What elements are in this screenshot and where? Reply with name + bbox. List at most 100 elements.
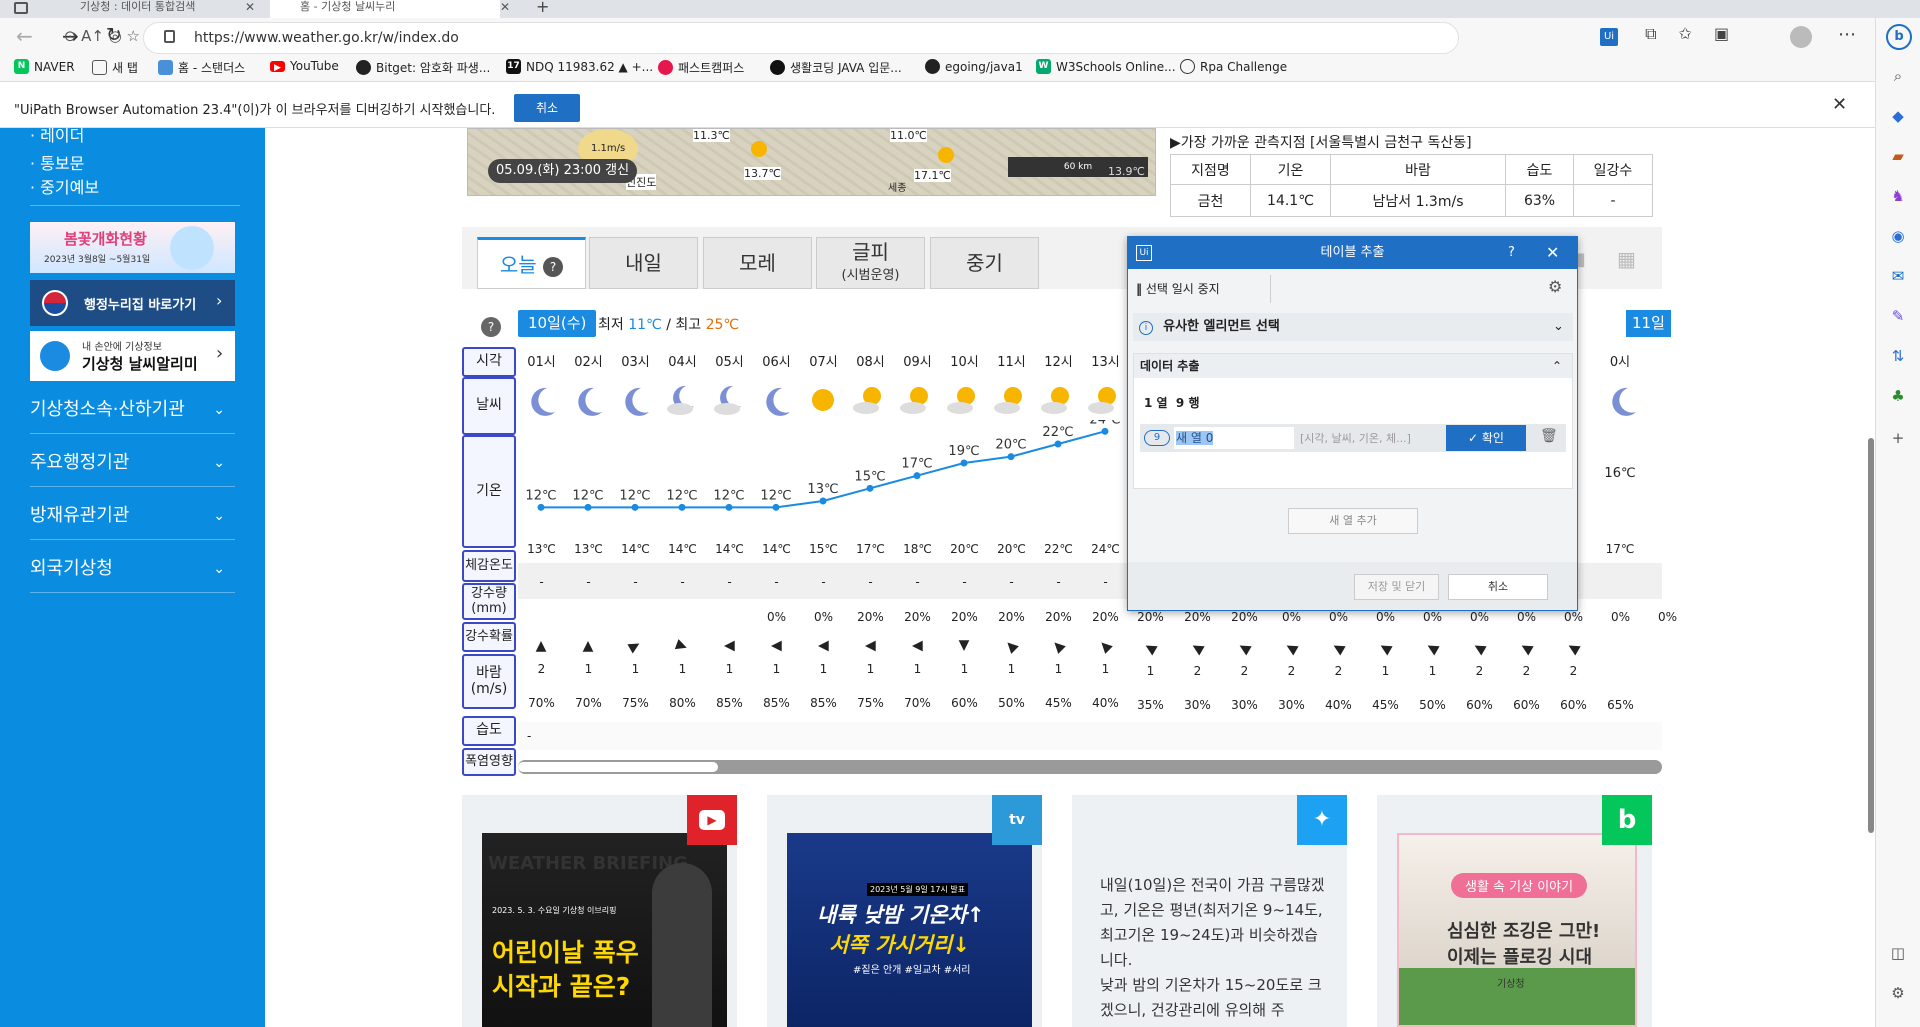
delete-icon[interactable]: 🗑 xyxy=(1540,428,1558,444)
twitter-card[interactable]: 내일(10일)은 전국이 가끔 구름많겠고, 기온은 평년(최저기온 9~14도… xyxy=(1072,795,1347,1027)
add-column-button[interactable]: 새 열 추가 xyxy=(1288,508,1418,534)
panel-header[interactable]: 데이터 추출 ⌃ xyxy=(1134,354,1572,378)
bookmark-newtab[interactable]: 새 탭 xyxy=(92,59,138,76)
prob-cell: 20% xyxy=(1045,610,1072,624)
moon-icon xyxy=(523,382,559,418)
wind-speed-cell: 2 xyxy=(1334,664,1343,678)
profile-avatar[interactable] xyxy=(1790,26,1812,48)
office-icon[interactable]: ◉ xyxy=(1888,226,1908,246)
settings-icon[interactable]: ⚙ xyxy=(1548,277,1562,296)
tab-close-icon[interactable]: ✕ xyxy=(500,0,510,14)
bookmark-rpa[interactable]: Rpa Challenge xyxy=(1180,59,1287,74)
pause-selection-button[interactable]: ‖ 선택 일시 중지 xyxy=(1136,277,1220,301)
sidebar-toggle-icon[interactable]: ◫ xyxy=(1888,943,1908,963)
tab-tomorrow[interactable]: 내일 xyxy=(589,237,698,289)
settings-icon[interactable]: ⚙ xyxy=(1888,983,1908,1003)
blossom-banner[interactable]: 봄꽃개화현황 2023년 3월8일 ~5월31일 xyxy=(30,222,235,273)
uipath-extension-icon[interactable]: Ui xyxy=(1600,28,1618,46)
humidity-cell: 70% xyxy=(575,696,602,710)
bookmark-fastcampus[interactable]: 패스트캠퍼스 xyxy=(658,59,744,76)
nav-link-radar[interactable]: · 레이더 xyxy=(30,122,84,146)
back-icon[interactable]: ← xyxy=(16,24,33,48)
favorites-icon[interactable]: ✩ xyxy=(1679,24,1714,43)
blog-icon[interactable]: b xyxy=(1602,795,1652,845)
add-icon[interactable]: + xyxy=(1888,428,1908,448)
games-icon[interactable]: ♞ xyxy=(1888,186,1908,206)
infobar-cancel-button[interactable]: 취소 xyxy=(514,94,580,122)
scrollbar-thumb[interactable] xyxy=(518,762,718,772)
close-icon[interactable]: ✕ xyxy=(1832,94,1847,115)
tree-icon[interactable]: ♣ xyxy=(1888,386,1908,406)
tools-icon[interactable]: ▰ xyxy=(1888,146,1908,166)
wind-arrow-icon: ▲ xyxy=(1234,639,1254,657)
tab-close-icon[interactable]: ✕ xyxy=(245,0,255,14)
weather-alert-app-button[interactable]: 내 손안에 기상정보 기상청 날씨알리미 › xyxy=(30,331,235,381)
table-view-icon[interactable]: ▦ xyxy=(1617,247,1636,271)
bookmark-bitget[interactable]: Bitget: 암호화 파생... xyxy=(356,59,490,76)
row-label-feels: 체감온도 xyxy=(462,550,516,582)
more-menu-icon[interactable]: ⋯ xyxy=(1838,24,1856,45)
tab-midterm[interactable]: 중기 xyxy=(930,237,1039,289)
scrollbar-thumb[interactable] xyxy=(1868,438,1874,833)
tab-today[interactable]: 오늘 ? xyxy=(477,237,586,289)
nav-section-affiliates[interactable]: 기상청소속·산하기관 ⌄ xyxy=(30,386,235,434)
url-field[interactable]: https://www.weather.go.kr/w/index.do ⊙ A… xyxy=(64,22,1459,54)
collections-icon[interactable]: ▣ xyxy=(1714,24,1751,43)
temperature-point xyxy=(631,503,639,511)
bookmark-naver[interactable]: N NAVER xyxy=(14,59,75,74)
weather-map[interactable]: 1.1m/s 11.3℃ 13.7℃ 11.0℃ 17.1℃ 세종 신진도 05… xyxy=(467,128,1156,196)
blog-card[interactable]: 생활 속 기상 이야기 심심한 조깅은 그만! 이제는 플로깅 시대 기상청 b xyxy=(1377,795,1652,1027)
help-icon[interactable]: ? xyxy=(481,317,501,337)
bookmark-github[interactable]: egoing/java1 xyxy=(925,59,1023,74)
save-close-button[interactable]: 저장 및 닫기 xyxy=(1354,574,1439,600)
extensions-icon[interactable]: ⧉ xyxy=(1645,24,1678,43)
help-icon[interactable]: ? xyxy=(543,256,564,277)
pause-icon: ‖ xyxy=(1136,282,1142,296)
nav-section-disaster[interactable]: 방재유관기관 ⌄ xyxy=(30,492,235,540)
temperature-label: 12℃ xyxy=(525,488,556,503)
blog-thumbnail[interactable]: 생활 속 기상 이야기 심심한 조깅은 그만! 이제는 플로깅 시대 기상청 xyxy=(1397,833,1637,1027)
app-small-text: 내 손안에 기상정보 xyxy=(82,342,162,353)
column-name-input[interactable]: 새 열 0 xyxy=(1174,427,1294,449)
youtube-card[interactable]: WEATHER BRIEFING 2023. 5. 3. 수요일 기상청 이브리… xyxy=(462,795,737,1027)
nearest-station-table: 지점명 기온 바람 습도 일강수 금천 14.1℃ 남남서 1.3m/s 63%… xyxy=(1170,154,1653,217)
bookmark-w3schools[interactable]: W W3Schools Online... xyxy=(1036,59,1176,74)
tab-search[interactable]: 기상청 : 데이터 통합검색 xyxy=(50,0,245,18)
similar-elements-row[interactable]: i 유사한 엘리먼트 선택 ⌄ xyxy=(1133,313,1573,341)
nav-link-bulletin[interactable]: · 통보문 xyxy=(30,150,84,174)
bookmark-youtube[interactable]: ▶ YouTube xyxy=(270,59,339,73)
drop-icon[interactable]: ⇅ xyxy=(1888,346,1908,366)
tab-third-day[interactable]: 글피 (시범운영) xyxy=(816,237,925,289)
bing-icon[interactable]: b xyxy=(1886,24,1912,50)
bookmark-opentutorials[interactable]: 생활코딩 JAVA 입문... xyxy=(770,59,902,76)
designer-icon[interactable]: ✎ xyxy=(1888,306,1908,326)
close-icon[interactable]: ✕ xyxy=(1546,237,1559,269)
shopping-icon[interactable]: ◆ xyxy=(1888,106,1908,126)
bookmark-standards[interactable]: 홈 - 스탠더스 xyxy=(158,59,245,76)
youtube-icon[interactable]: ▶ xyxy=(687,795,737,845)
tv-thumbnail[interactable]: 2023년 5월 9일 17시 발표 내륙 낮밤 기온차↑ 서쪽 가시거리↓ #… xyxy=(787,833,1032,1027)
nav-link-midterm[interactable]: · 중기예보 xyxy=(30,174,99,198)
new-tab-icon[interactable]: + xyxy=(536,0,549,16)
gov-shortcut-button[interactable]: 행정누리집 바로가기 › xyxy=(30,280,235,326)
weather-tv-card[interactable]: 2023년 5월 9일 17시 발표 내륙 낮밤 기온차↑ 서쪽 가시거리↓ #… xyxy=(767,795,1042,1027)
outlook-icon[interactable]: ✉ xyxy=(1888,266,1908,286)
nav-section-foreign[interactable]: 외국기상청 ⌄ xyxy=(30,545,235,593)
horizontal-scrollbar[interactable] xyxy=(518,760,1662,774)
search-icon[interactable]: ⌕ xyxy=(1888,66,1908,86)
window-menu-icon[interactable] xyxy=(14,2,28,14)
nav-section-agencies[interactable]: 주요행정기관 ⌄ xyxy=(30,439,235,487)
help-icon[interactable]: ? xyxy=(1508,237,1515,269)
tv-headline: 서쪽 가시거리↓ xyxy=(829,933,970,957)
youtube-thumbnail[interactable]: WEATHER BRIEFING 2023. 5. 3. 수요일 기상청 이브리… xyxy=(482,833,727,1027)
tab-day-after[interactable]: 모레 xyxy=(703,237,812,289)
twitter-icon[interactable]: ✦ xyxy=(1297,795,1347,845)
tab-home[interactable]: 홈 - 기상청 날씨누리 xyxy=(270,0,500,18)
weather-tv-icon[interactable]: tv xyxy=(992,795,1042,845)
confirm-button[interactable]: ✓ 확인 xyxy=(1446,425,1526,451)
feels-cell: 17℃ xyxy=(856,542,885,556)
dialog-cancel-button[interactable]: 취소 xyxy=(1448,574,1548,600)
location-icon[interactable]: ⊙ A↑ ◎ ☆ xyxy=(64,27,140,45)
prob-cell: 20% xyxy=(998,610,1025,624)
bookmark-ndq[interactable]: 17 NDQ 11983.62 ▲ +... xyxy=(506,59,653,74)
